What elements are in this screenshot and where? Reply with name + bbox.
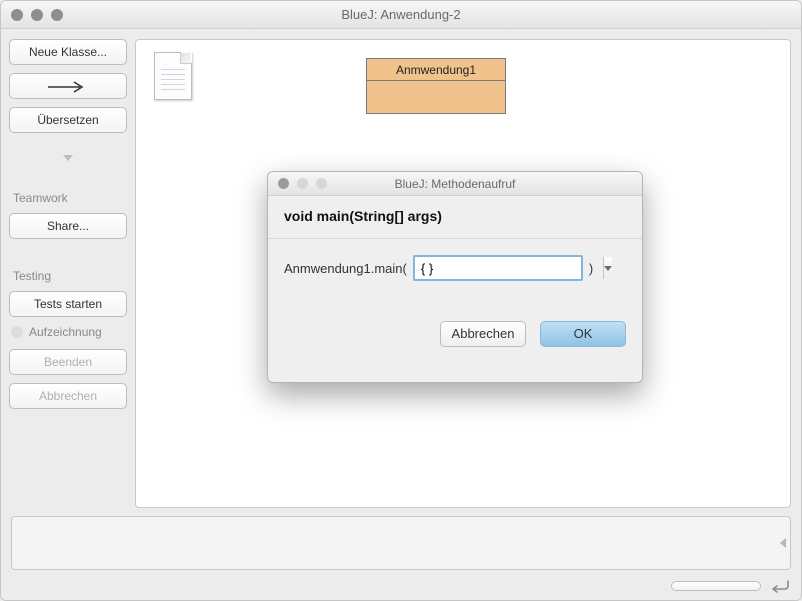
window-title: BlueJ: Anwendung-2 — [1, 7, 801, 22]
dialog-titlebar[interactable]: BlueJ: Methodenaufruf — [268, 172, 642, 196]
record-toggle[interactable]: Aufzeichnung — [11, 325, 127, 339]
zoom-icon — [316, 178, 327, 189]
main-titlebar[interactable]: BlueJ: Anwendung-2 — [1, 1, 801, 29]
repl-return-icon[interactable] — [769, 578, 791, 594]
minimize-icon[interactable] — [31, 9, 43, 21]
window-controls — [11, 9, 63, 21]
record-indicator-icon — [11, 326, 23, 338]
close-icon[interactable] — [11, 9, 23, 21]
call-prefix: Anmwendung1.main( — [284, 261, 407, 276]
method-call-dialog: BlueJ: Methodenaufruf void main(String[]… — [267, 171, 643, 383]
record-label: Aufzeichnung — [29, 325, 102, 339]
ok-button[interactable]: OK — [540, 321, 626, 347]
main-window: BlueJ: Anwendung-2 Neue Klasse... Überse… — [0, 0, 802, 601]
progress-bar — [671, 581, 761, 591]
share-button[interactable]: Share... — [9, 213, 127, 239]
dialog-content: void main(String[] args) Anmwendung1.mai… — [268, 196, 642, 357]
sidebar: Neue Klasse... Übersetzen Teamwork Share… — [1, 29, 135, 512]
end-record-button: Beenden — [9, 349, 127, 375]
inherit-arrow-button[interactable] — [9, 73, 127, 99]
testing-label: Testing — [13, 269, 127, 283]
compile-button[interactable]: Übersetzen — [9, 107, 127, 133]
readme-document-icon[interactable] — [154, 52, 192, 100]
dialog-window-controls — [278, 178, 327, 189]
args-combobox[interactable] — [413, 255, 583, 281]
call-suffix: ) — [589, 261, 593, 276]
new-class-button[interactable]: Neue Klasse... — [9, 39, 127, 65]
dialog-buttons: Abbrechen OK — [284, 321, 626, 347]
footer — [1, 510, 801, 600]
minimize-icon — [297, 178, 308, 189]
status-row — [11, 574, 791, 598]
argument-row: Anmwendung1.main( ) — [284, 255, 626, 281]
zoom-icon[interactable] — [51, 9, 63, 21]
object-bench[interactable] — [11, 516, 791, 570]
chevron-down-icon — [604, 266, 612, 271]
args-input[interactable] — [415, 257, 603, 279]
chevron-down-icon[interactable] — [63, 155, 73, 161]
close-icon[interactable] — [278, 178, 289, 189]
cancel-button[interactable]: Abbrechen — [440, 321, 526, 347]
arrow-right-icon — [46, 78, 90, 96]
class-box-name: Anmwendung1 — [367, 59, 505, 81]
args-dropdown-button[interactable] — [603, 257, 612, 279]
teamwork-label: Teamwork — [13, 191, 127, 205]
cancel-record-button: Abbrechen — [9, 383, 127, 409]
start-tests-button[interactable]: Tests starten — [9, 291, 127, 317]
method-signature: void main(String[] args) — [284, 208, 626, 224]
class-box-anmwendung1[interactable]: Anmwendung1 — [366, 58, 506, 114]
divider — [268, 238, 642, 239]
collapse-left-icon[interactable] — [780, 538, 786, 548]
